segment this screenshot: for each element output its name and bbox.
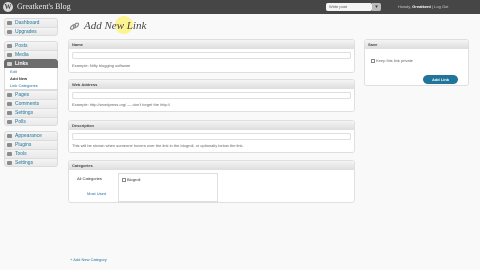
categories-box: Categories All Categories Blogroll Most …	[68, 160, 355, 203]
menu-item-appearance[interactable]: Appearance	[4, 131, 58, 140]
admin-menu: Dashboard Upgrades Posts Media Links Edi…	[4, 18, 58, 167]
menu-label: Polls	[15, 119, 26, 125]
private-option[interactable]: Keep this link private	[371, 58, 413, 63]
user-info: Howdy, Greatkent | Log Out	[398, 4, 448, 10]
categories-heading: Categories	[69, 161, 354, 170]
add-link-button[interactable]: Add Link	[423, 75, 458, 84]
admin-header: W Greatkent's Blog Write post ▾ Howdy, G…	[0, 0, 480, 14]
submenu-links-edit[interactable]: Edit	[4, 68, 58, 75]
menu-label: Pages	[15, 92, 30, 98]
link-name-input[interactable]	[72, 52, 351, 59]
menu-label: Plugins	[15, 142, 32, 148]
name-box: Name Example: Nifty blogging software	[68, 39, 355, 73]
tools-icon	[7, 152, 12, 156]
name-box-heading: Name	[69, 40, 354, 49]
username-link[interactable]: Greatkent	[412, 4, 431, 9]
menu-item-dashboard[interactable]: Dashboard	[4, 18, 58, 27]
polls-icon	[7, 120, 12, 124]
tab-all-categories[interactable]: All Categories	[77, 176, 102, 181]
menu-item-pages[interactable]: Pages	[4, 90, 58, 99]
settings-icon	[7, 111, 12, 115]
name-hint: Example: Nifty blogging software	[72, 63, 131, 68]
menu-item-media[interactable]: Media	[4, 50, 58, 59]
menu-item-settings-2[interactable]: Settings	[4, 158, 58, 167]
category-checkbox[interactable]	[122, 177, 126, 182]
upgrades-icon	[7, 30, 12, 34]
add-new-category-link[interactable]: + Add New Category	[70, 257, 107, 262]
tab-most-used[interactable]: Most Used	[87, 191, 106, 196]
private-checkbox[interactable]	[371, 58, 375, 63]
pages-icon	[7, 93, 12, 97]
category-item[interactable]: Blogroll	[122, 177, 140, 182]
menu-label: Settings	[15, 160, 34, 166]
menu-label: Posts	[15, 43, 28, 49]
menu-item-plugins[interactable]: Plugins	[4, 140, 58, 149]
appearance-icon	[7, 134, 12, 138]
category-checklist: Blogroll	[118, 173, 218, 202]
description-heading: Description	[69, 121, 354, 130]
menu-item-polls[interactable]: Polls	[4, 117, 58, 126]
links-icon	[7, 62, 12, 66]
menu-label: Settings	[15, 110, 34, 116]
web-address-heading: Web Address	[69, 80, 354, 89]
logout-link[interactable]: Log Out	[434, 4, 448, 9]
menu-item-comments[interactable]: Comments	[4, 99, 58, 108]
link-icon	[69, 22, 80, 30]
description-box: Description This will be shown when some…	[68, 120, 355, 153]
menu-label: Comments	[15, 101, 40, 107]
favorite-actions-select[interactable]: Write post	[326, 3, 372, 11]
menu-label: Upgrades	[15, 29, 37, 35]
link-description-input[interactable]	[72, 133, 351, 140]
menu-label: Links	[15, 61, 29, 67]
media-icon	[7, 53, 12, 57]
separator: |	[431, 4, 434, 9]
plugins-icon	[7, 143, 12, 147]
menu-label: Media	[15, 52, 29, 58]
menu-item-posts[interactable]: Posts	[4, 41, 58, 50]
description-hint: This will be shown when someone hovers o…	[72, 143, 244, 148]
menu-item-upgrades[interactable]: Upgrades	[4, 27, 58, 36]
site-title[interactable]: Greatkent's Blog	[17, 2, 71, 12]
menu-item-settings[interactable]: Settings	[4, 108, 58, 117]
posts-icon	[7, 44, 12, 48]
comments-icon	[7, 102, 12, 106]
menu-label: Appearance	[15, 133, 42, 139]
submenu-links-add-new[interactable]: Add New	[4, 75, 58, 82]
chevron-down-icon[interactable]: ▾	[372, 3, 381, 11]
web-address-box: Web Address Example: http://wordpress.or…	[68, 79, 355, 112]
howdy-label: Howdy,	[398, 4, 412, 9]
category-label: Blogroll	[127, 177, 141, 182]
link-url-input[interactable]	[72, 92, 351, 99]
submenu-link-categories[interactable]: Link Categories	[4, 82, 58, 90]
web-address-hint: Example: http://wordpress.org/ — don't f…	[72, 102, 171, 107]
menu-item-tools[interactable]: Tools	[4, 149, 58, 158]
save-box-heading: Save	[365, 40, 468, 49]
menu-item-links[interactable]: Links	[4, 59, 58, 68]
settings-icon	[7, 161, 12, 165]
menu-label: Dashboard	[15, 20, 40, 26]
save-box: Save Keep this link private Add Link	[364, 39, 469, 86]
private-label: Keep this link private	[376, 58, 413, 63]
dashboard-icon	[7, 21, 12, 25]
page-title: Add New Link	[84, 20, 147, 32]
menu-label: Tools	[15, 151, 27, 157]
wordpress-logo-icon[interactable]: W	[3, 2, 13, 12]
